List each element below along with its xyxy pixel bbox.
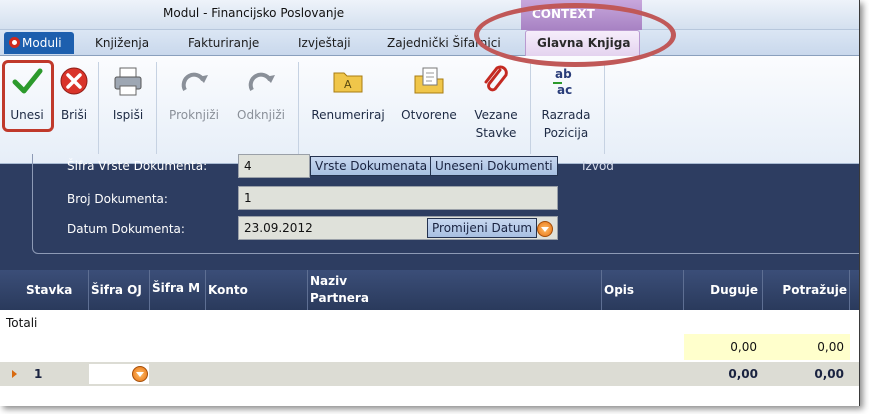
column-konto-label: Konto xyxy=(208,283,248,297)
tab-fakturiranje[interactable]: Fakturiranje xyxy=(188,36,259,50)
column-opis-label: Opis xyxy=(604,283,635,297)
context-highlight-annotation xyxy=(474,3,676,67)
izvod-label: Izvod xyxy=(582,159,614,173)
odknjizi-button[interactable]: Odknjiži xyxy=(232,56,290,156)
row-potrazuje: 0,00 xyxy=(814,367,844,381)
svg-text:ab: ab xyxy=(555,67,572,81)
redo-arrow-icon xyxy=(248,72,275,91)
column-naziv-label: Naziv xyxy=(310,274,348,288)
document-folder-icon xyxy=(414,67,444,94)
column-header-opis[interactable]: Opis xyxy=(602,270,684,310)
title-bar: Modul - Financijsko Poslovanje CONTEXT xyxy=(0,0,859,30)
dropdown-arrow-icon[interactable] xyxy=(132,366,148,382)
dropdown-arrow-icon[interactable] xyxy=(537,221,553,237)
svg-text:ac: ac xyxy=(557,83,572,97)
proknjizi-button[interactable]: Proknjiži xyxy=(164,56,224,156)
ribbon: Unesi Briši Ispiši Proknjiži Odknjiži A … xyxy=(0,56,859,164)
vrste-dokumenata-button[interactable]: Vrste Dokumenata xyxy=(310,156,433,176)
document-header-panel: Šifra Vrste Dokumenta: 4 Vrste Dokumenat… xyxy=(0,154,859,270)
column-sifra-oj-label: Šifra OJ xyxy=(91,283,142,297)
vezane-label-line2: Stavke xyxy=(475,126,517,140)
window-title: Modul - Financijsko Poslovanje xyxy=(163,6,345,20)
column-header-potrazuje[interactable]: Potražuje xyxy=(763,270,850,310)
folder-icon: A xyxy=(333,72,363,93)
vezane-stavke-label: Vezane Stavke xyxy=(468,106,524,142)
column-header-duguje[interactable]: Duguje xyxy=(684,270,763,310)
unesi-highlight-annotation xyxy=(2,60,54,132)
application-window: Modul - Financijsko Poslovanje CONTEXT M… xyxy=(0,0,860,406)
vezane-stavke-button[interactable]: Vezane Stavke xyxy=(468,56,524,156)
column-sifra-m-label: Šifra M xyxy=(152,281,201,295)
column-header-naziv-partnera[interactable]: Naziv Partnera xyxy=(308,270,602,310)
column-header-konto[interactable]: Konto xyxy=(206,270,308,310)
ribbon-separator xyxy=(530,62,531,154)
promijeni-datum-button[interactable]: Promijeni Datum xyxy=(427,218,538,238)
svg-text:A: A xyxy=(344,78,352,91)
tab-izvjestaji[interactable]: Izvještaji xyxy=(298,36,351,50)
row-duguje: 0,00 xyxy=(728,367,758,381)
brisi-button[interactable]: Briši xyxy=(56,56,92,156)
column-header-stavka[interactable]: Stavka xyxy=(0,270,89,310)
totali-label: Totali xyxy=(6,316,38,330)
sifra-vrste-input[interactable]: 4 xyxy=(238,154,310,178)
ribbon-separator xyxy=(298,62,299,154)
otvorene-button[interactable]: Otvorene xyxy=(396,56,462,156)
proknjizi-label: Proknjiži xyxy=(169,108,219,122)
uneseni-dokumenti-button[interactable]: Uneseni Dokumenti xyxy=(430,156,558,176)
total-duguje: 0,00 xyxy=(684,334,763,360)
moduli-label: Moduli xyxy=(22,36,62,50)
grid-body: Totali 0,00 0,00 1 0,00 0,00 xyxy=(0,310,859,406)
paperclip-icon xyxy=(484,65,508,92)
broj-dokumenta-input[interactable]: 1 xyxy=(238,186,558,210)
row-stavka: 1 xyxy=(34,367,43,381)
column-potrazuje-label: Potražuje xyxy=(782,283,847,297)
ispisi-button[interactable]: Ispiši xyxy=(106,56,150,156)
column-header-sifra-oj[interactable]: Šifra OJ xyxy=(89,270,150,310)
column-stavka-label: Stavka xyxy=(26,283,73,297)
vezane-label-line1: Vezane xyxy=(474,108,518,122)
renumeriraj-button[interactable]: A Renumeriraj xyxy=(308,56,388,156)
tab-knjizenja[interactable]: Knjiženja xyxy=(95,36,149,50)
printer-icon xyxy=(114,67,142,96)
delete-icon xyxy=(60,67,88,95)
column-partnera-label: Partnera xyxy=(310,291,369,305)
otvorene-label: Otvorene xyxy=(401,108,457,122)
ribbon-separator xyxy=(156,62,157,154)
odknjizi-label: Odknjiži xyxy=(237,108,285,122)
razrada-label-line1: Razrada xyxy=(541,108,591,122)
moduli-button[interactable]: Moduli xyxy=(4,32,74,54)
broj-dokumenta-label: Broj Dokumenta: xyxy=(67,192,168,206)
ribbon-separator xyxy=(98,62,99,154)
total-potrazuje: 0,00 xyxy=(763,334,850,360)
razrada-pozicija-button[interactable]: ab ac Razrada Pozicija xyxy=(536,56,596,156)
razrada-label-line2: Pozicija xyxy=(543,126,589,140)
grid-header: Stavka Šifra OJ Šifra M Konto Naziv Part… xyxy=(0,270,859,310)
brisi-label: Briši xyxy=(60,108,88,122)
ispisi-label: Ispiši xyxy=(112,108,144,122)
razrada-pozicija-label: Razrada Pozicija xyxy=(536,106,596,142)
sifra-vrste-label: Šifra Vrste Dokumenta: xyxy=(67,159,208,173)
moduli-icon xyxy=(9,37,20,48)
table-row[interactable]: 1 0,00 0,00 xyxy=(0,362,859,386)
column-header-sifra-m[interactable]: Šifra M xyxy=(150,270,206,310)
ribbon-separator xyxy=(604,62,605,154)
column-duguje-label: Duguje xyxy=(710,283,758,297)
redo-arrow-icon xyxy=(181,72,208,91)
renumeriraj-label: Renumeriraj xyxy=(311,108,385,122)
datum-dokumenta-label: Datum Dokumenta: xyxy=(67,222,185,236)
row-indicator-icon xyxy=(12,370,17,378)
spelling-abc-icon: ab ac xyxy=(553,67,572,97)
ribbon-tab-row: Moduli Knjiženja Fakturiranje Izvještaji… xyxy=(0,30,859,56)
